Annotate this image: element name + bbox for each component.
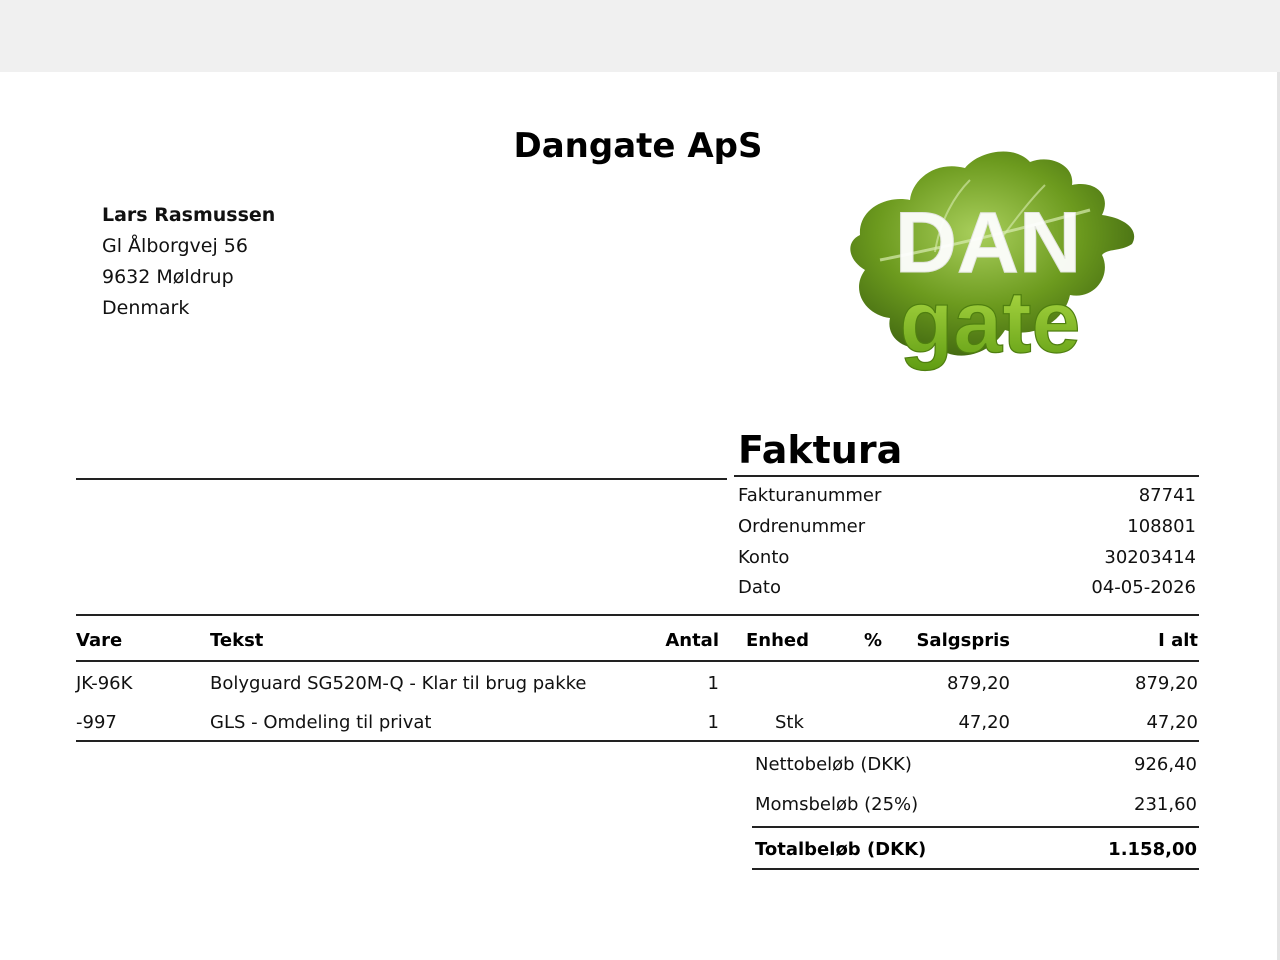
divider — [76, 740, 1199, 742]
cell-ialt: 47,20 — [1146, 712, 1198, 733]
cell-salgspris: 879,20 — [947, 673, 1010, 694]
header-antal: Antal — [665, 630, 719, 651]
customer-street: Gl Ålborgvej 56 — [102, 235, 248, 257]
field-label: Fakturanummer — [738, 485, 882, 506]
customer-address: Lars Rasmussen Gl Ålborgvej 56 9632 Møld… — [102, 200, 275, 324]
moms-label: Momsbeløb (25%) — [755, 794, 919, 815]
invoice-field-row: Konto 30203414 — [738, 542, 1196, 573]
header-salgspris: Salgspris — [916, 630, 1010, 651]
viewer-toolbar — [0, 0, 1280, 72]
moms-value: 231,60 — [1134, 794, 1197, 815]
header-enhed: Enhed — [746, 630, 810, 651]
divider — [734, 475, 1199, 477]
field-value: 30203414 — [1104, 547, 1196, 568]
customer-name: Lars Rasmussen — [102, 204, 276, 226]
divider — [76, 614, 1199, 616]
total-value: 1.158,00 — [1108, 839, 1197, 860]
field-value: 87741 — [1138, 485, 1196, 506]
moms-row: Momsbeløb (25%) 231,60 — [755, 790, 1197, 820]
customer-city: 9632 Møldrup — [102, 266, 234, 288]
header-vare: Vare — [76, 630, 123, 651]
field-label: Ordrenummer — [738, 516, 866, 537]
total-label: Totalbeløb (DKK) — [755, 839, 927, 860]
divider — [76, 478, 727, 480]
netto-label: Nettobeløb (DKK) — [755, 754, 912, 775]
invoice-field-row: Dato 04-05-2026 — [738, 572, 1196, 603]
field-value: 108801 — [1127, 516, 1196, 537]
netto-row: Nettobeløb (DKK) 926,40 — [755, 750, 1197, 780]
field-label: Konto — [738, 547, 790, 568]
logo-gate-text: gate — [900, 272, 1081, 371]
company-logo: DAN gate — [850, 151, 1135, 372]
field-label: Dato — [738, 577, 781, 598]
divider — [76, 660, 1199, 662]
header-tekst: Tekst — [210, 630, 264, 651]
divider — [752, 826, 1199, 828]
cell-antal: 1 — [707, 673, 719, 694]
total-row: Totalbeløb (DKK) 1.158,00 — [755, 835, 1197, 865]
divider — [752, 868, 1199, 870]
cell-antal: 1 — [707, 712, 719, 733]
invoice-title: Faktura — [738, 428, 903, 472]
cell-tekst: GLS - Omdeling til privat — [210, 712, 432, 733]
invoice-field-row: Fakturanummer 87741 — [738, 480, 1196, 511]
cell-vare: JK-96K — [76, 673, 133, 694]
customer-country: Denmark — [102, 297, 190, 319]
netto-value: 926,40 — [1134, 754, 1197, 775]
cell-salgspris: 47,20 — [958, 712, 1010, 733]
field-value: 04-05-2026 — [1091, 577, 1196, 598]
header-ialt: I alt — [1158, 630, 1198, 651]
cell-enhed: Stk — [775, 712, 804, 733]
cell-ialt: 879,20 — [1135, 673, 1198, 694]
header-pct: % — [864, 630, 883, 651]
cell-vare: -997 — [76, 712, 117, 733]
invoice-field-row: Ordrenummer 108801 — [738, 511, 1196, 542]
cell-tekst: Bolyguard SG520M-Q - Klar til brug pakke — [210, 673, 587, 694]
